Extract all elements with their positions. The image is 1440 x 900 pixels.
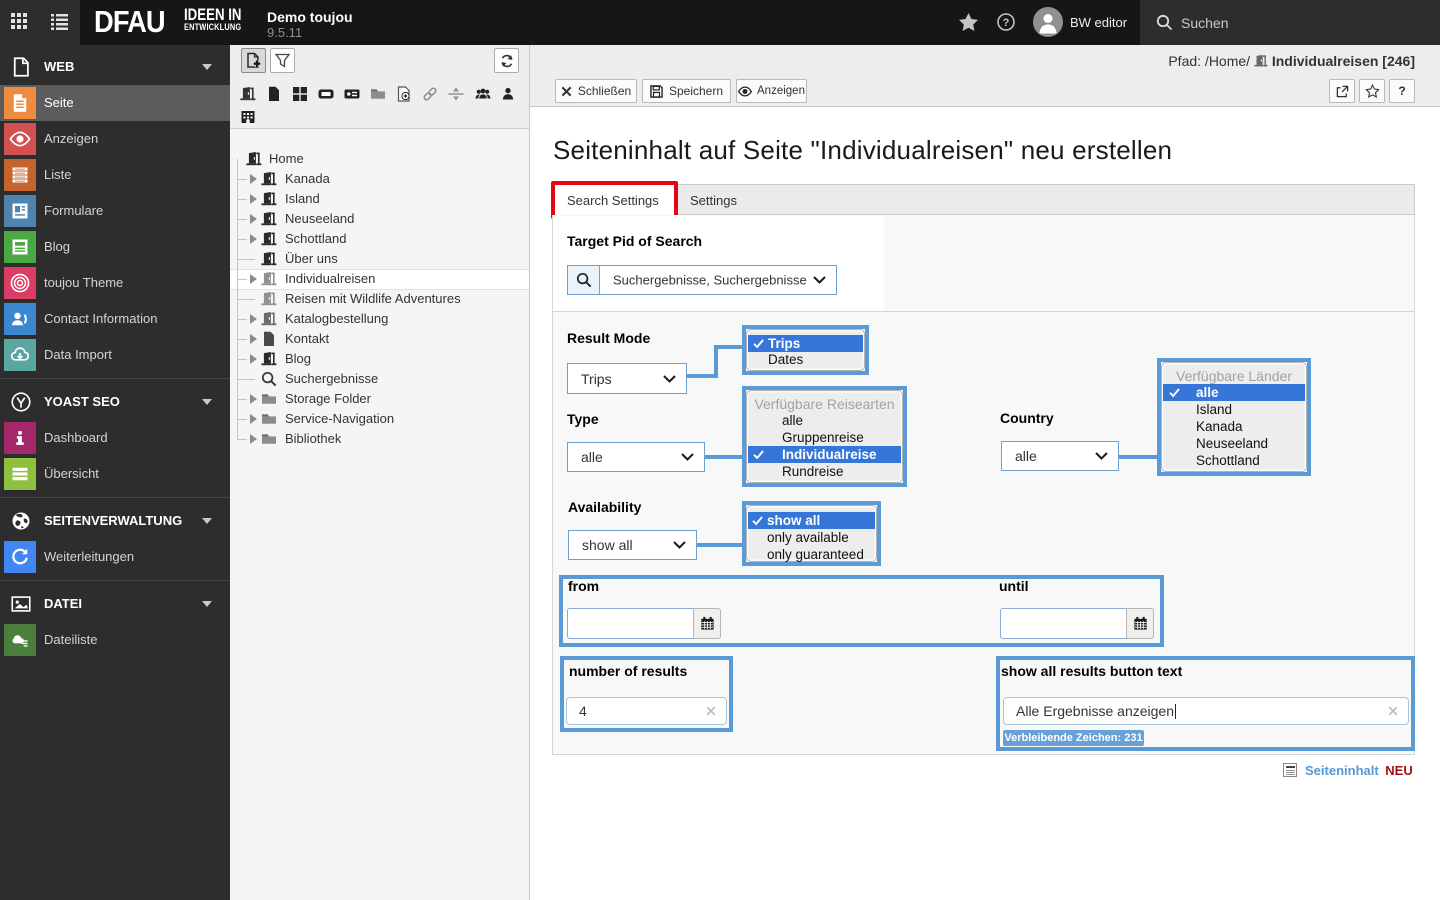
svg-text:?: ? xyxy=(1003,17,1010,29)
